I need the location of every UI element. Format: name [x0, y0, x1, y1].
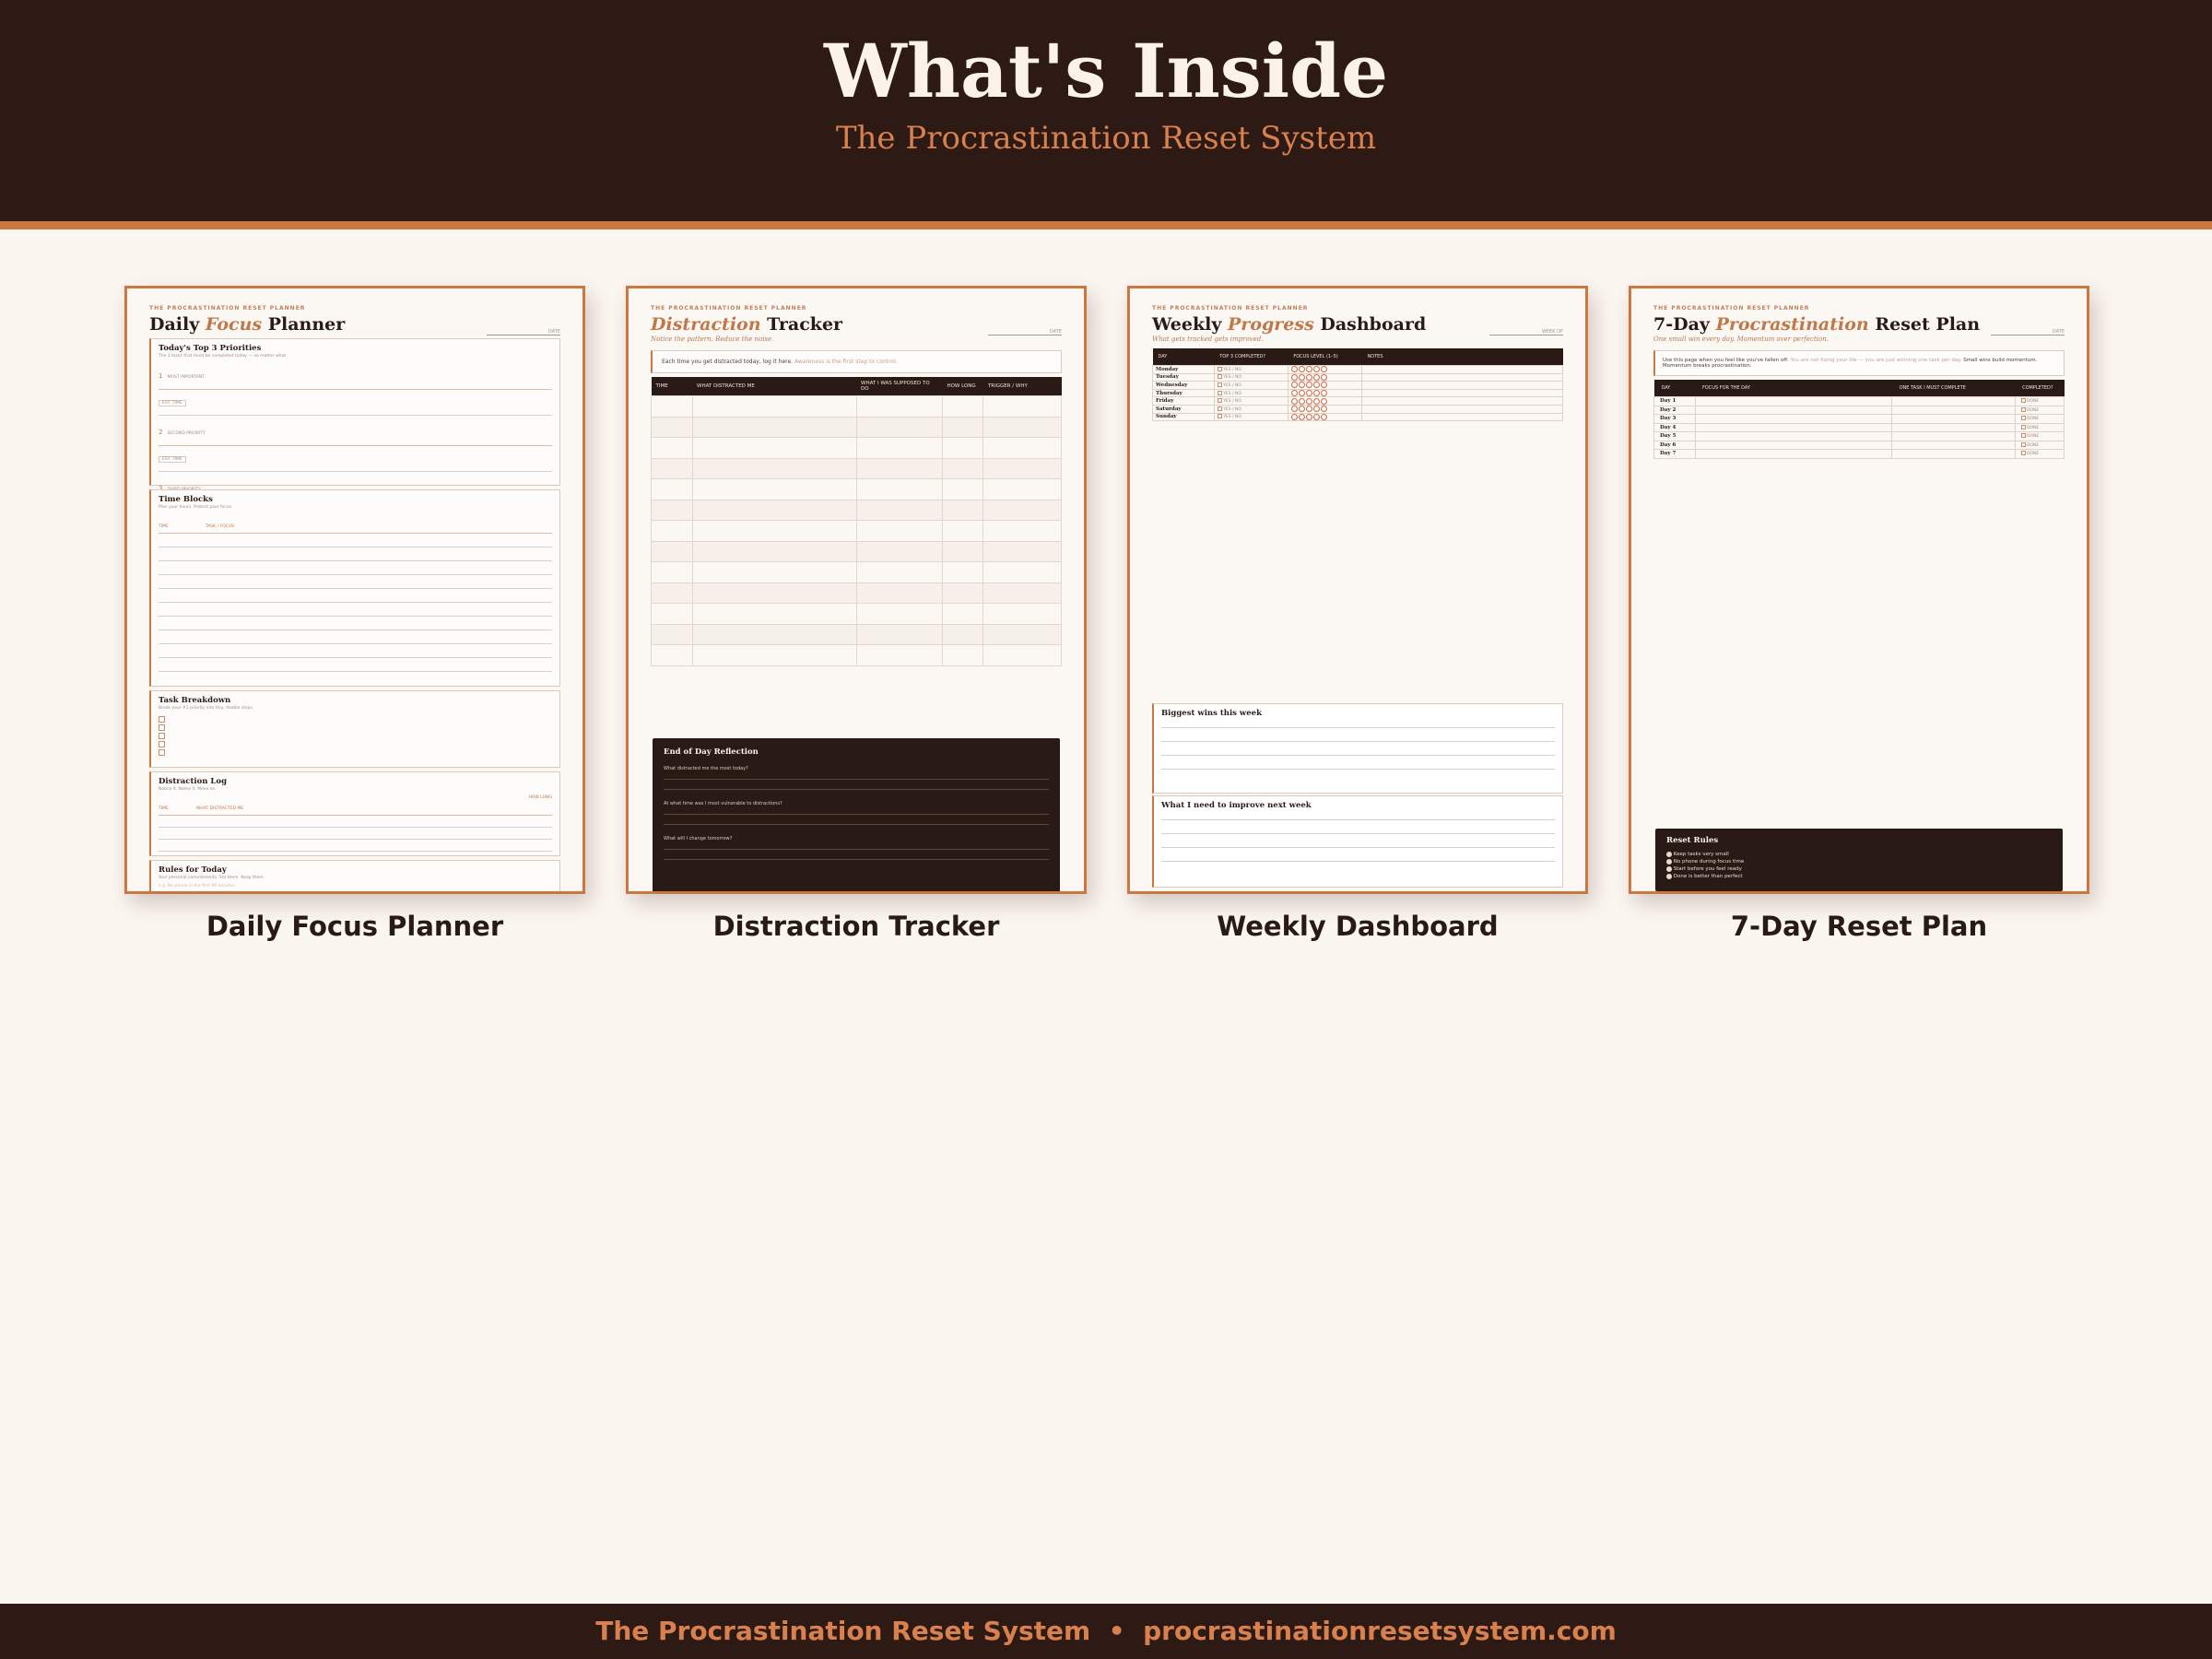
checkbox[interactable]	[159, 733, 165, 739]
page-title: What's Inside	[823, 28, 1389, 114]
footer-text: The Procrastination Reset System • procr…	[0, 1604, 2212, 1659]
wins-box: Biggest wins this week	[1152, 703, 1563, 794]
checkbox[interactable]	[159, 716, 165, 723]
card-distraction-tracker[interactable]: THE PROCRASTINATION RESET PLANNER Distra…	[626, 286, 1087, 894]
instruction-note: Use this page when you feel like you've …	[1653, 350, 2065, 376]
tracker-page-preview: THE PROCRASTINATION RESET PLANNER Distra…	[651, 305, 1062, 891]
card-daily-focus-planner[interactable]: THE PROCRASTINATION RESET PLANNER Daily …	[124, 286, 585, 894]
card-7-day-reset-plan[interactable]: THE PROCRASTINATION RESET PLANNER 7-Day …	[1629, 286, 2089, 894]
footer-website-link[interactable]: procrastinationresetsystem.com	[1143, 1616, 1617, 1646]
priorities-section: Today's Top 3 Priorities The 3 tasks tha…	[149, 338, 560, 519]
reflection-box: End of Day Reflection What distracted me…	[653, 738, 1060, 891]
dashboard-page-preview: THE PROCRASTINATION RESET PLANNER Weekly…	[1152, 305, 1564, 888]
checkbox[interactable]	[159, 741, 165, 747]
reset-plan-page-preview: THE PROCRASTINATION RESET PLANNER 7-Day …	[1653, 305, 2065, 891]
checkbox[interactable]	[159, 724, 165, 731]
card-label-7-day-reset-plan: 7-Day Reset Plan	[1730, 911, 1988, 942]
rules-section: Rules for Today Your personal commitment…	[149, 860, 560, 891]
card-label-weekly-dashboard: Weekly Dashboard	[1217, 911, 1499, 942]
footer-brand: The Procrastination Reset System	[595, 1616, 1091, 1646]
page-kicker: THE PROCRASTINATION RESET PLANNER	[149, 305, 306, 312]
card-label-distraction-tracker: Distraction Tracker	[712, 911, 1000, 942]
distraction-table: TIME WHAT DISTRACTED ME WHAT I WAS SUPPO…	[651, 377, 1062, 666]
header-banner: What's Inside The Procrastination Reset …	[0, 0, 2212, 221]
footer-banner: The Procrastination Reset System • procr…	[0, 1604, 2212, 1659]
improve-box: What I need to improve next week	[1152, 795, 1563, 888]
planner-page-preview: THE PROCRASTINATION RESET PLANNER Daily …	[149, 305, 560, 891]
weekly-table: DAY TOP 3 COMPLETED? FOCUS LEVEL (1–5) N…	[1152, 348, 1564, 422]
page-subtitle: The Procrastination Reset System	[835, 120, 1377, 157]
accent-divider	[0, 221, 2212, 229]
time-blocks-section: Time Blocks Plan your hours. Protect you…	[149, 489, 560, 687]
date-field: DATE	[487, 329, 560, 335]
task-breakdown-section: Task Breakdown Break your #1 priority in…	[149, 690, 560, 768]
reset-rules-box: Reset Rules Keep tasks very small No pho…	[1655, 829, 2063, 891]
reset-plan-table: DAY FOCUS FOR THE DAY ONE TASK I MUST CO…	[1653, 380, 2065, 459]
checkbox[interactable]	[159, 749, 165, 756]
footer-separator: •	[1108, 1616, 1125, 1646]
card-label-daily-focus-planner: Daily Focus Planner	[206, 911, 504, 942]
instruction-note: Each time you get distracted today, log …	[651, 350, 1062, 373]
card-weekly-dashboard[interactable]: THE PROCRASTINATION RESET PLANNER Weekly…	[1127, 286, 1588, 894]
distraction-log-section: Distraction Log Notice it. Name it. Move…	[149, 771, 560, 864]
